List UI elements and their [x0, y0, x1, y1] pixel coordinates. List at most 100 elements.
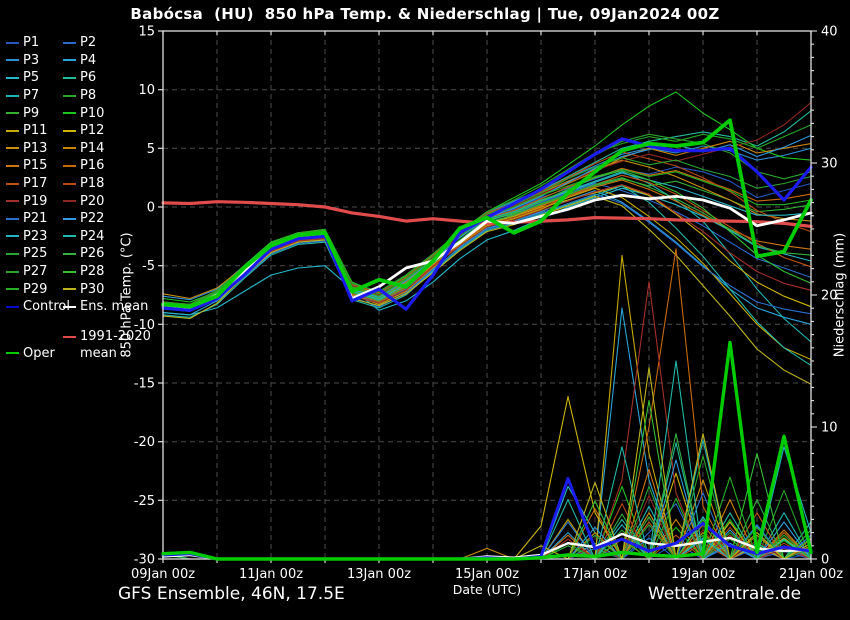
- site-credit: Wetterzentrale.de: [648, 584, 801, 604]
- legend-swatch: [63, 147, 76, 149]
- legend-label: P2: [80, 35, 96, 50]
- svg-text:40: 40: [821, 25, 838, 40]
- legend-label: P26: [80, 246, 104, 261]
- legend-swatch: [63, 336, 76, 338]
- legend-item-p2: P2: [63, 35, 120, 50]
- legend-swatch: [63, 130, 76, 132]
- legend-item-p6: P6: [63, 70, 120, 85]
- legend-label: P9: [23, 106, 39, 121]
- legend-label: P13: [23, 141, 47, 156]
- legend-row: P11 P12: [6, 122, 161, 140]
- legend-item-p23: P23: [6, 229, 63, 244]
- legend-item-oper: Oper: [6, 346, 55, 361]
- legend-item-p28: P28: [63, 264, 120, 279]
- legend-row: P3P4: [6, 52, 161, 70]
- svg-text:-20: -20: [134, 435, 155, 450]
- legend-row: P1 P2: [6, 34, 161, 52]
- svg-text:13Jan 00z: 13Jan 00z: [347, 567, 411, 582]
- legend-swatch: [63, 183, 76, 185]
- y-axis-label-precip: Niederschlag (mm): [833, 233, 848, 358]
- legend-swatch: [63, 112, 76, 114]
- legend-swatch: [63, 235, 76, 237]
- legend-label: P27: [23, 264, 47, 279]
- legend-item-p24: P24: [63, 229, 120, 244]
- legend-item-p30: P30: [63, 282, 120, 297]
- legend-item-1991-2020-mean: 1991-2020mean: [63, 328, 151, 362]
- legend-label: P28: [80, 264, 104, 279]
- legend-swatch: [63, 95, 76, 97]
- legend-label: P1: [23, 35, 39, 50]
- legend-label: P30: [80, 282, 104, 297]
- legend-row: P19 P20: [6, 192, 161, 210]
- legend-swatch: [63, 77, 76, 79]
- legend-swatch: [6, 200, 19, 202]
- legend-item-p15: P15: [6, 158, 63, 173]
- legend-label: P15: [23, 158, 47, 173]
- legend-label: P11: [23, 123, 47, 138]
- legend-swatch: [6, 95, 19, 97]
- legend-item-p22: P22: [63, 211, 120, 226]
- legend-item-p17: P17: [6, 176, 63, 191]
- legend-swatch: [63, 59, 76, 61]
- legend-label: Oper: [23, 346, 55, 361]
- y-axis-label-temp: 850 hPa Temp. (°C): [120, 232, 135, 357]
- legend-row: P9P10: [6, 104, 161, 122]
- legend-label: Ens. mean: [80, 299, 148, 314]
- legend-label: P7: [23, 88, 39, 103]
- model-info: GFS Ensemble, 46N, 17.5E: [118, 584, 345, 604]
- x-axis-title: Date (UTC): [453, 582, 521, 597]
- svg-text:10: 10: [821, 421, 838, 436]
- legend-swatch: [63, 253, 76, 255]
- legend-label: P3: [23, 53, 39, 68]
- legend-label: P22: [80, 211, 104, 226]
- legend-swatch: [6, 288, 19, 290]
- legend-item-p13: P13: [6, 141, 63, 156]
- legend-swatch: [63, 306, 76, 308]
- legend-row: P17 P18: [6, 175, 161, 193]
- legend-swatch: [6, 183, 19, 185]
- legend-bottom-block: 1991-2020mean Oper: [6, 320, 161, 384]
- legend-swatch: [6, 147, 19, 149]
- legend-swatch: [6, 77, 19, 79]
- legend-swatch: [6, 271, 19, 273]
- legend-item-p1: P1: [6, 35, 63, 50]
- legend-row: P15 P16: [6, 157, 161, 175]
- legend-item-p19: P19: [6, 194, 63, 209]
- legend-label: P23: [23, 229, 47, 244]
- legend-item-p16: P16: [63, 158, 120, 173]
- legend-item-p5: P5: [6, 70, 63, 85]
- legend-label: P24: [80, 229, 104, 244]
- svg-text:19Jan 00z: 19Jan 00z: [671, 567, 735, 582]
- svg-text:17Jan 00z: 17Jan 00z: [563, 567, 627, 582]
- legend-label: P29: [23, 282, 47, 297]
- svg-text:21Jan 00z: 21Jan 00z: [779, 567, 843, 582]
- legend-item-ens-mean: Ens. mean: [63, 299, 159, 314]
- legend-label: P16: [80, 158, 104, 173]
- legend-swatch: [6, 165, 19, 167]
- legend-label: P17: [23, 176, 47, 191]
- legend-row: P21P22: [6, 210, 161, 228]
- legend-row: P13 P14: [6, 140, 161, 158]
- legend-item-p18: P18: [63, 176, 120, 191]
- svg-text:0: 0: [821, 553, 829, 568]
- legend-label: P25: [23, 246, 47, 261]
- legend-swatch: [63, 165, 76, 167]
- legend-label: P18: [80, 176, 104, 191]
- legend-row-control-mean: ControlEns. mean: [6, 298, 161, 316]
- legend-item-p12: P12: [63, 123, 120, 138]
- legend-item-p3: P3: [6, 53, 63, 68]
- svg-text:09Jan 00z: 09Jan 00z: [131, 567, 195, 582]
- legend-swatch: [6, 306, 19, 308]
- legend-item-p20: P20: [63, 194, 120, 209]
- legend-label: P6: [80, 70, 96, 85]
- legend-label: P8: [80, 88, 96, 103]
- legend-label: P14: [80, 141, 104, 156]
- legend-swatch: [6, 218, 19, 220]
- svg-text:-30: -30: [134, 553, 155, 568]
- legend-label: P19: [23, 194, 47, 209]
- legend-row: P7 P8: [6, 87, 161, 105]
- legend-item-p25: P25: [6, 246, 63, 261]
- legend-item-p8: P8: [63, 88, 120, 103]
- legend-swatch: [63, 200, 76, 202]
- legend-swatch: [63, 42, 76, 44]
